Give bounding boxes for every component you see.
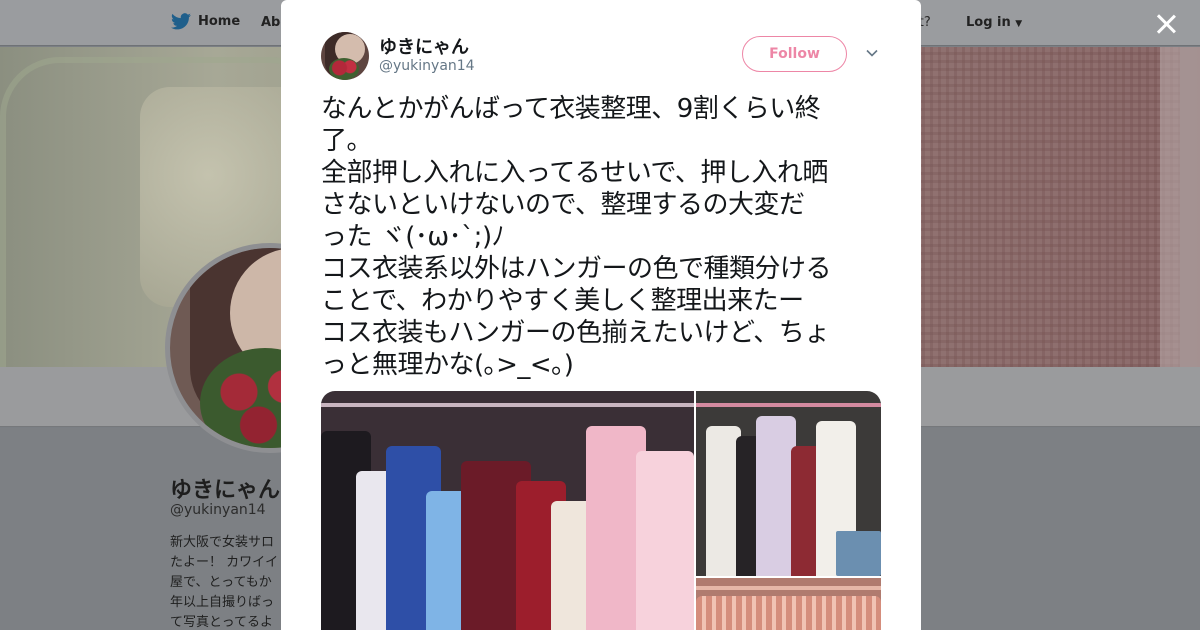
- chevron-down-icon[interactable]: [865, 46, 879, 60]
- bio-line: 新大阪で女装サロ: [170, 535, 275, 550]
- twitter-bird-icon: [171, 13, 191, 30]
- login-label: Log in: [966, 15, 1011, 30]
- profile-bio: 新大阪で女装サロ たよー！ カワイイ 屋で、とってもか 年以上自撮りばっ て写真…: [170, 533, 285, 630]
- profile-handle[interactable]: @yukinyan14: [170, 502, 266, 518]
- banner-lace: [1160, 47, 1200, 367]
- tweet-text: なんとかがんばって衣装整理、9割くらい終 了。 全部押し入れに入ってるせいで、押…: [321, 93, 886, 381]
- media-photo-1[interactable]: [321, 391, 694, 630]
- banner-gingham: [890, 47, 1180, 367]
- closet-rod: [696, 586, 881, 590]
- login-button[interactable]: Log in ▼: [966, 15, 1022, 30]
- tweet-line: さないといけないので、整理するの大変だ: [321, 190, 805, 220]
- closet-rod: [321, 403, 694, 407]
- bio-line: て写真とってるよ: [170, 615, 273, 630]
- media-photo-3[interactable]: [696, 578, 881, 630]
- bio-line: 屋で、とってもか: [170, 575, 272, 590]
- tweet-line: コス衣装系以外はハンガーの色で種類分ける: [321, 254, 832, 284]
- profile-name: ゆきにゃん: [170, 478, 281, 503]
- author-name[interactable]: ゆきにゃん: [379, 33, 469, 59]
- nav-home[interactable]: Home: [171, 13, 240, 30]
- close-icon[interactable]: [1152, 10, 1180, 38]
- tweet-line: なんとかがんばって衣装整理、9割くらい終: [321, 94, 821, 124]
- bio-line: 年以上自撮りばっ: [170, 595, 275, 610]
- tweet-line: ことで、わかりやすく美しく整理出来たー: [321, 286, 804, 316]
- garment-box: [836, 531, 881, 576]
- author-avatar[interactable]: [321, 32, 369, 80]
- tweet-line: 全部押し入れに入ってるせいで、押し入れ晒: [321, 158, 828, 188]
- garment-lightpink: [636, 451, 694, 630]
- closet-rod: [696, 403, 881, 407]
- tweet-line: コス衣装もハンガーの色揃えたいけど、ちょ: [321, 318, 830, 348]
- tweet-media-grid: [321, 391, 881, 630]
- author-avatar-roses: [329, 58, 359, 80]
- follow-button[interactable]: Follow: [742, 36, 847, 72]
- nav-home-label: Home: [198, 14, 241, 29]
- bio-line: たよー！ カワイイ: [170, 555, 279, 570]
- tweet-modal: ゆきにゃん @yukinyan14 Follow なんとかがんばって衣装整理、9…: [281, 0, 921, 630]
- tweet-line: 了。: [321, 126, 373, 156]
- author-handle[interactable]: @yukinyan14: [379, 58, 475, 74]
- tweet-line: った ヾ(･ω･`;)ﾉ: [321, 222, 505, 252]
- hangers-coral: [696, 596, 881, 630]
- tweet-line: っと無理かな(｡>_<｡): [321, 350, 574, 380]
- media-photo-2[interactable]: [696, 391, 881, 576]
- caret-down-icon: ▼: [1015, 19, 1023, 29]
- garment-lavender: [756, 416, 796, 576]
